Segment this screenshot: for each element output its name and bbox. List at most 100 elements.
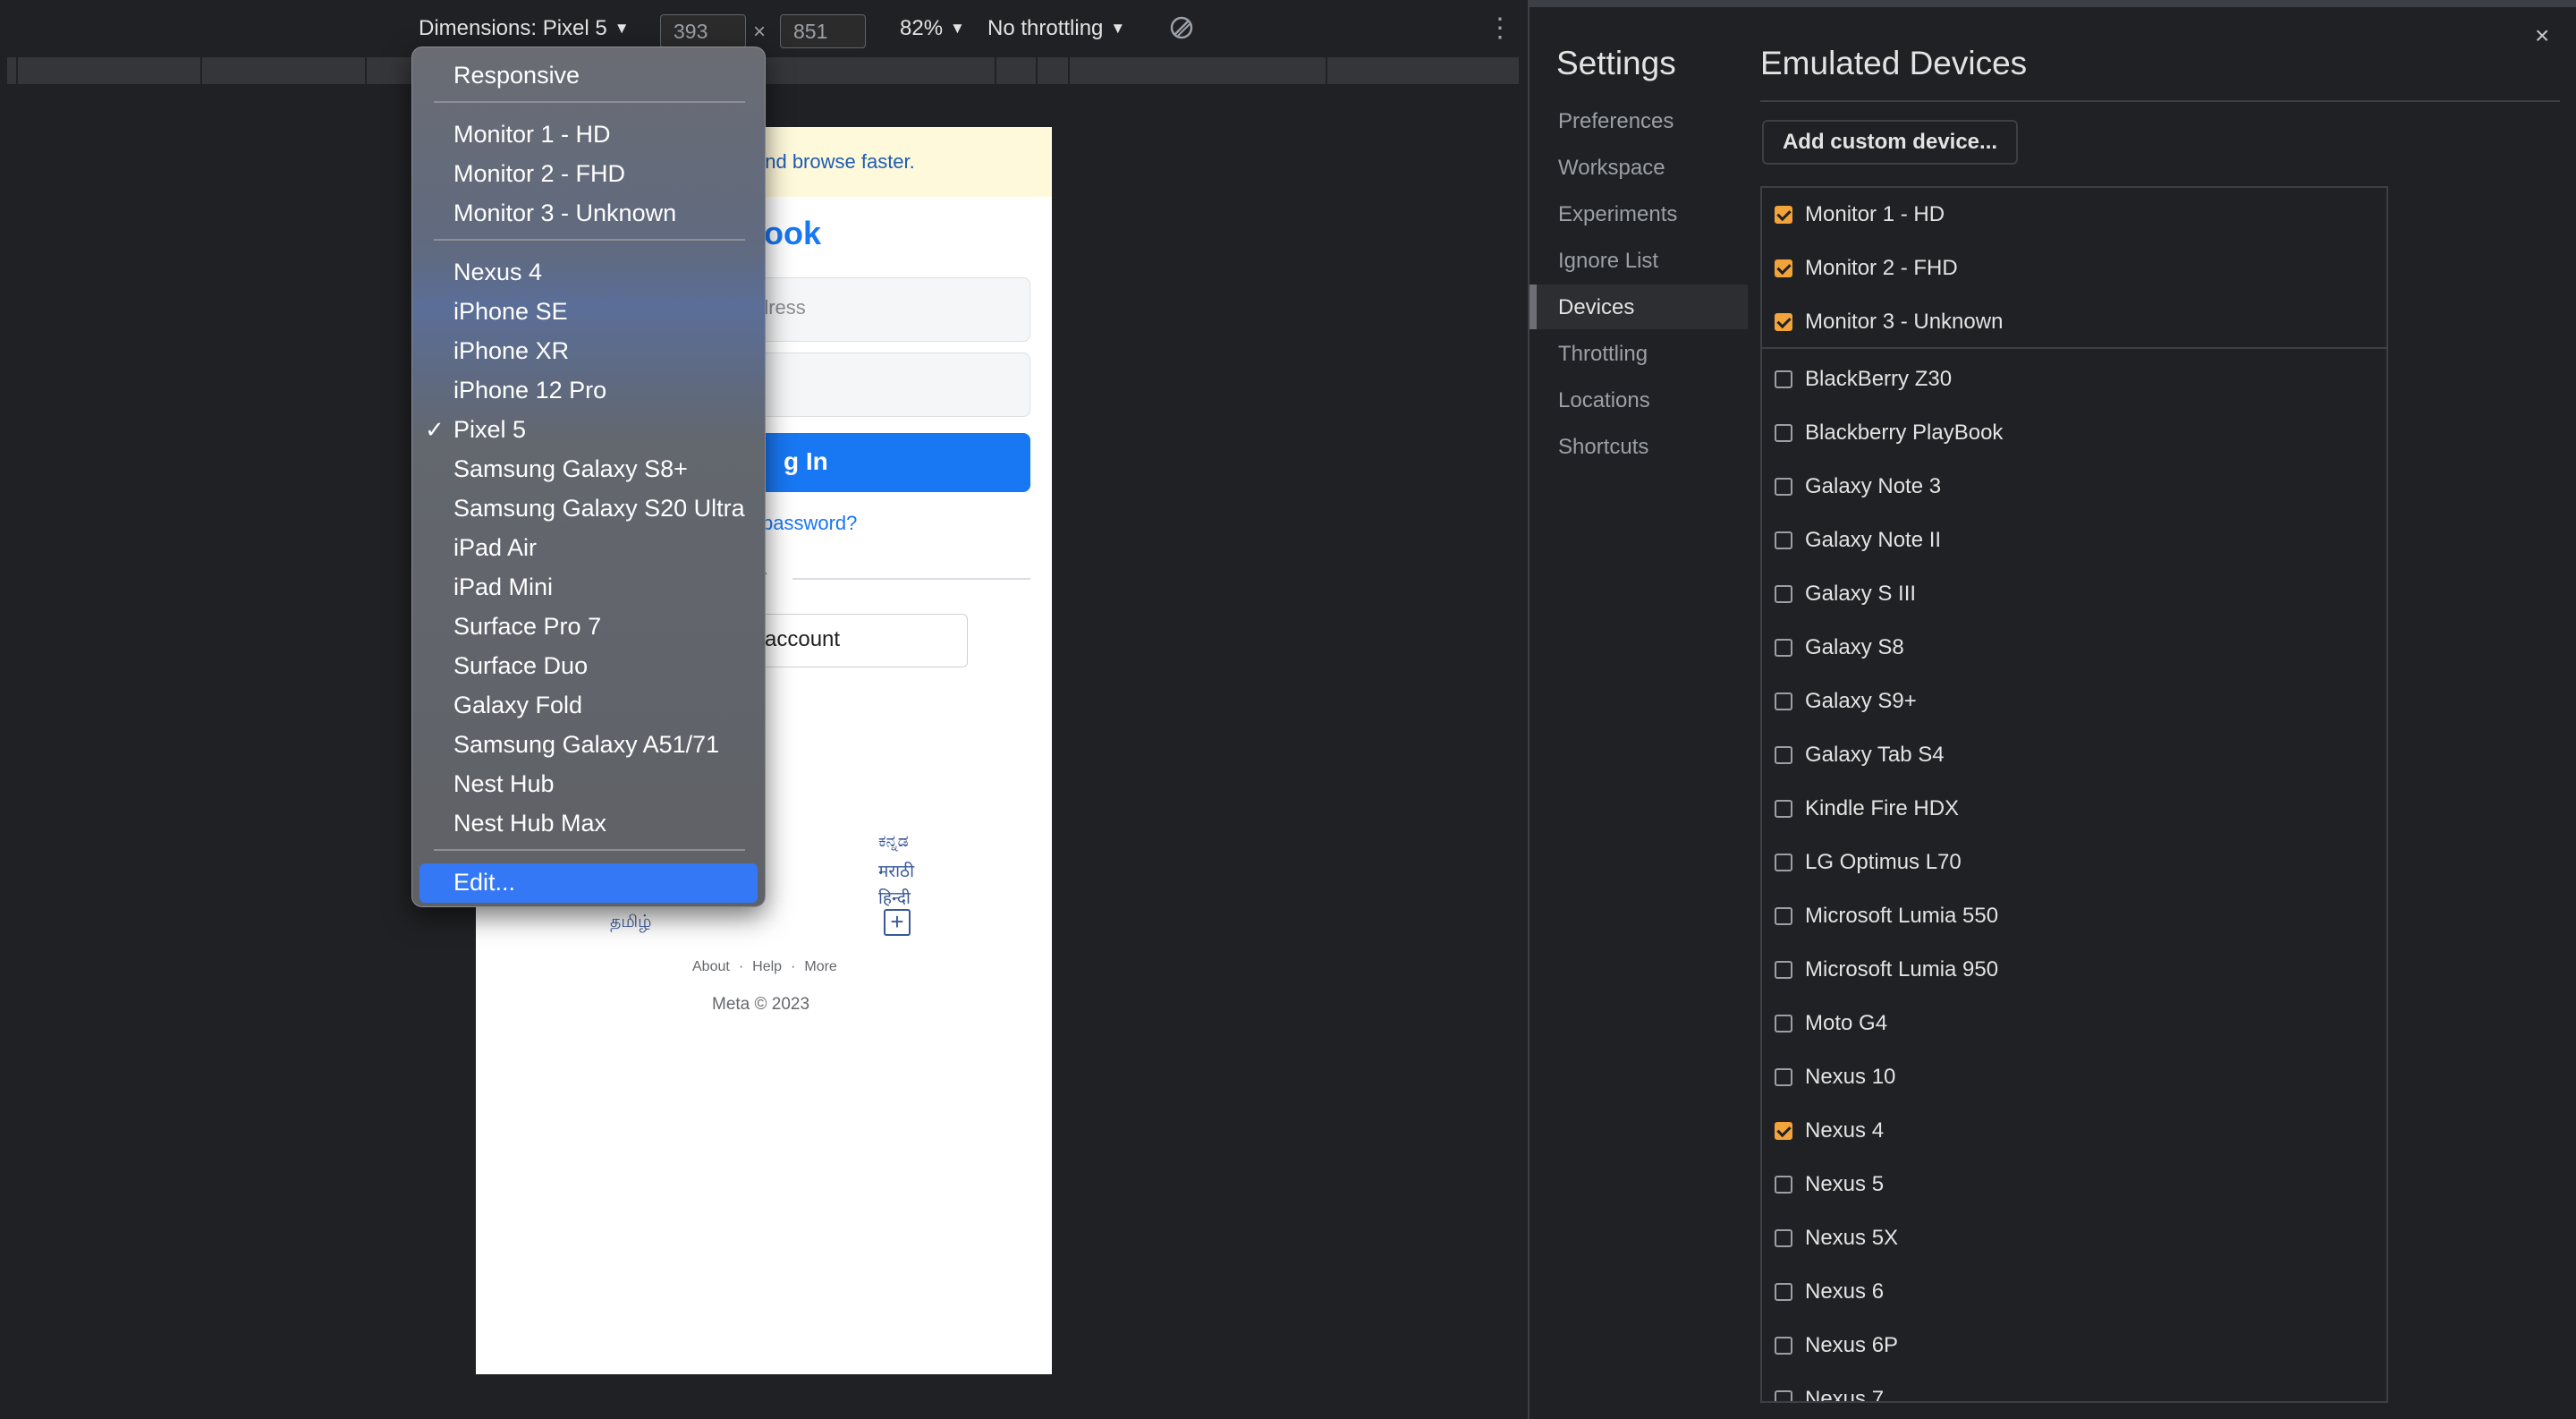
device-checkbox[interactable] <box>1775 639 1792 657</box>
device-checkbox[interactable] <box>1775 424 1792 442</box>
nav-item-preferences[interactable]: Preferences <box>1530 98 1748 143</box>
more-link[interactable]: More <box>804 959 836 974</box>
device-menu-item[interactable]: Surface Duo <box>412 647 765 686</box>
device-row[interactable]: Monitor 2 - FHD <box>1762 242 2386 295</box>
device-checkbox[interactable] <box>1775 478 1792 496</box>
device-row[interactable]: Microsoft Lumia 550 <box>1762 889 2386 943</box>
language-link[interactable]: हिन्दी <box>878 886 911 909</box>
width-input[interactable] <box>660 14 746 48</box>
nav-item-throttling[interactable]: Throttling <box>1530 331 1748 376</box>
device-row[interactable]: Nexus 7 <box>1762 1372 2386 1401</box>
device-menu-item[interactable]: Nexus 4 <box>412 253 765 293</box>
device-row[interactable]: Nexus 6P <box>1762 1319 2386 1372</box>
device-row[interactable]: Moto G4 <box>1762 997 2386 1050</box>
device-checkbox[interactable] <box>1775 1015 1792 1032</box>
device-row[interactable]: Galaxy Note 3 <box>1762 460 2386 514</box>
device-menu-item[interactable]: Nest Hub <box>412 765 765 804</box>
device-menu-item[interactable]: iPhone SE <box>412 293 765 332</box>
ruler-segment[interactable] <box>365 57 367 84</box>
edit-devices-item[interactable]: Edit... <box>419 863 758 903</box>
ruler-segment[interactable] <box>1326 57 1327 84</box>
device-row[interactable]: Monitor 1 - HD <box>1762 188 2386 242</box>
ruler-segment[interactable] <box>995 57 996 84</box>
language-link[interactable]: தமிழ் <box>610 913 651 934</box>
more-options-icon[interactable]: ⋮ <box>1487 13 1513 44</box>
device-menu-item[interactable]: Surface Pro 7 <box>412 608 765 647</box>
device-menu-item[interactable]: Monitor 3 - Unknown <box>412 194 765 234</box>
device-checkbox[interactable] <box>1775 800 1792 818</box>
help-link[interactable]: Help <box>752 959 782 974</box>
device-row[interactable]: Nexus 10 <box>1762 1050 2386 1104</box>
device-menu-item[interactable]: Monitor 1 - HD <box>412 115 765 155</box>
device-checkbox[interactable] <box>1775 1068 1792 1086</box>
device-row[interactable]: BlackBerry Z30 <box>1762 353 2386 406</box>
zoom-dropdown[interactable]: 82% ▼ <box>900 16 965 41</box>
device-checkbox[interactable] <box>1775 1390 1792 1401</box>
device-row[interactable]: Nexus 5 <box>1762 1158 2386 1211</box>
device-row[interactable]: Blackberry PlayBook <box>1762 406 2386 460</box>
nav-item-ignore-list[interactable]: Ignore List <box>1530 238 1748 283</box>
nav-item-locations[interactable]: Locations <box>1530 378 1748 422</box>
device-menu-item[interactable]: Samsung Galaxy S20 Ultra <box>412 489 765 529</box>
device-menu-item[interactable]: iPhone XR <box>412 332 765 371</box>
nav-item-shortcuts[interactable]: Shortcuts <box>1530 424 1748 469</box>
device-menu-item[interactable]: Samsung Galaxy S8+ <box>412 450 765 489</box>
close-icon[interactable]: × <box>2535 21 2549 50</box>
device-menu-item[interactable]: Nest Hub Max <box>412 804 765 844</box>
device-menu-item[interactable]: Galaxy Fold <box>412 686 765 726</box>
device-checkbox[interactable] <box>1775 1283 1792 1301</box>
device-row[interactable]: Nexus 4 <box>1762 1104 2386 1158</box>
ruler-segment[interactable] <box>200 57 202 84</box>
device-row[interactable]: Kindle Fire HDX <box>1762 782 2386 836</box>
device-checkbox[interactable] <box>1775 907 1792 925</box>
more-languages-icon[interactable]: + <box>884 909 911 936</box>
device-checkbox[interactable] <box>1775 854 1792 871</box>
device-menu-item[interactable]: iPad Air <box>412 529 765 568</box>
device-checkbox[interactable] <box>1775 370 1792 388</box>
device-menu-item[interactable]: iPad Mini <box>412 568 765 608</box>
create-account-button[interactable]: w account <box>735 614 968 667</box>
device-checkbox[interactable] <box>1775 1176 1792 1194</box>
language-link[interactable]: मराठी <box>878 859 914 882</box>
throttling-dropdown[interactable]: No throttling ▼ <box>987 16 1125 41</box>
device-row[interactable]: Galaxy S9+ <box>1762 675 2386 728</box>
add-custom-device-button[interactable]: Add custom device... <box>1762 120 2018 165</box>
device-row[interactable]: Microsoft Lumia 950 <box>1762 943 2386 997</box>
device-row[interactable]: Monitor 3 - Unknown <box>1762 295 2386 349</box>
device-checkbox[interactable] <box>1775 1337 1792 1355</box>
device-checkbox[interactable] <box>1775 1122 1792 1140</box>
device-menu-item[interactable]: ✓ Pixel 5 <box>412 411 765 450</box>
nav-item-experiments[interactable]: Experiments <box>1530 191 1748 236</box>
device-checkbox[interactable] <box>1775 259 1792 277</box>
language-link[interactable]: ಕನ್ನಡ <box>878 832 909 852</box>
ruler-segment[interactable] <box>16 57 20 84</box>
ruler-segment[interactable] <box>1068 57 1070 84</box>
nav-item-workspace[interactable]: Workspace <box>1530 145 1748 190</box>
device-checkbox[interactable] <box>1775 693 1792 710</box>
device-checkbox[interactable] <box>1775 585 1792 603</box>
forgot-password-link[interactable]: password? <box>762 512 857 535</box>
about-link[interactable]: About <box>692 959 730 974</box>
dimensions-dropdown[interactable]: Dimensions: Pixel 5 ▼ <box>419 16 630 41</box>
device-menu-item[interactable]: iPhone 12 Pro <box>412 371 765 411</box>
device-checkbox[interactable] <box>1775 746 1792 764</box>
device-checkbox[interactable] <box>1775 1229 1792 1247</box>
device-row[interactable]: Galaxy S III <box>1762 567 2386 621</box>
device-checkbox[interactable] <box>1775 531 1792 549</box>
device-checkbox[interactable] <box>1775 206 1792 224</box>
device-row[interactable]: Galaxy S8 <box>1762 621 2386 675</box>
device-row[interactable]: Galaxy Note II <box>1762 514 2386 567</box>
device-menu-item[interactable]: Monitor 2 - FHD <box>412 155 765 194</box>
device-checkbox[interactable] <box>1775 313 1792 331</box>
device-row[interactable]: Nexus 6 <box>1762 1265 2386 1319</box>
device-row[interactable]: Nexus 5X <box>1762 1211 2386 1265</box>
height-input[interactable] <box>780 14 866 48</box>
device-menu-item[interactable]: Samsung Galaxy A51/71 <box>412 726 765 765</box>
nav-item-devices[interactable]: Devices <box>1530 285 1748 329</box>
device-menu-item[interactable]: Responsive <box>412 56 765 96</box>
device-list[interactable]: Monitor 1 - HD Monitor 2 - FHD Monitor 3 -… <box>1760 186 2388 1403</box>
rotate-icon[interactable] <box>1168 14 1195 47</box>
ruler-segment[interactable] <box>1036 57 1038 84</box>
device-row[interactable]: Galaxy Tab S4 <box>1762 728 2386 782</box>
device-row[interactable]: LG Optimus L70 <box>1762 836 2386 889</box>
